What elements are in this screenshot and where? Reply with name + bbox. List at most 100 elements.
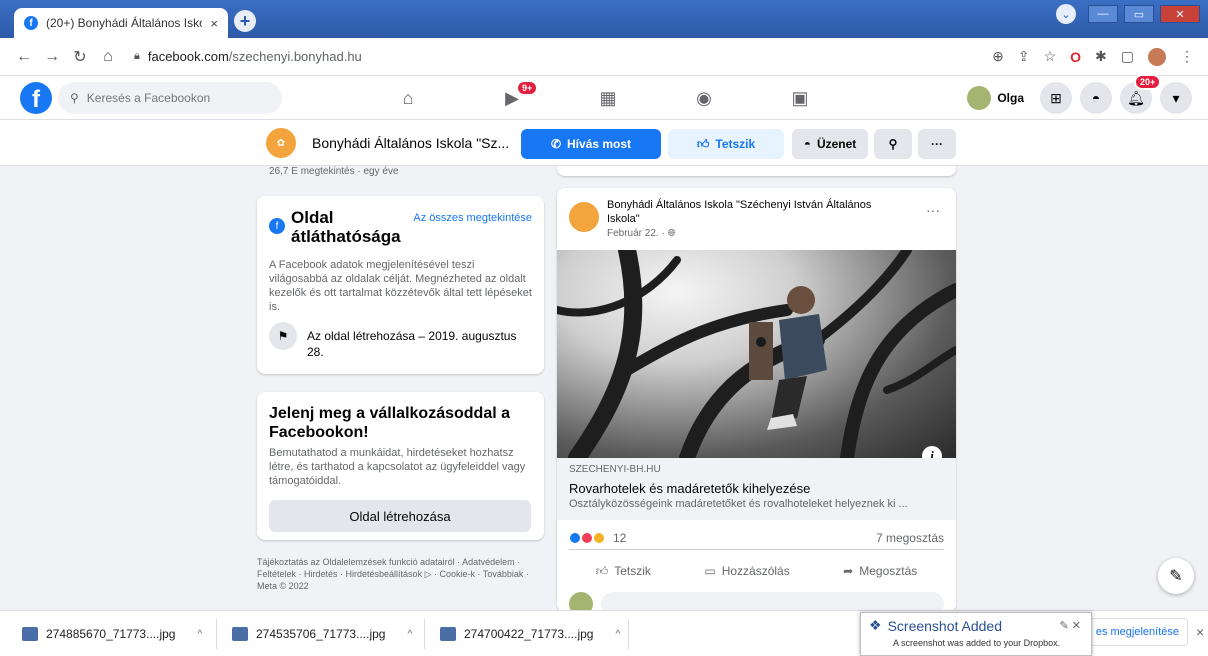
address-bar: ← → ↻ ⌂ 🔒︎ facebook.com/szechenyi.bonyha… (0, 38, 1208, 76)
toast-title: Screenshot Added (887, 617, 1002, 634)
messenger-icon: ◓ (803, 137, 811, 151)
chevron-down-icon[interactable]: ⌄ (1056, 4, 1076, 24)
home-icon[interactable]: ⌂ (98, 47, 118, 67)
page-footer-links[interactable]: Tájékoztatás az Oldalelemzések funkció a… (257, 556, 544, 592)
share-button[interactable]: ➦ Megosztás (843, 564, 917, 578)
minimize-button[interactable]: — (1088, 5, 1118, 23)
chevron-up-icon[interactable]: ^ (197, 629, 202, 640)
facebook-account-controls: Olga ⊞ ◓ 🔔︎ 20+ ▾ (963, 74, 1192, 114)
close-window-button[interactable]: ✕ (1160, 5, 1200, 23)
maximize-button[interactable]: ▭ (1124, 5, 1154, 23)
toast-message: A screenshot was added to your Dropbox. (893, 638, 1061, 648)
post-actions: 👍︎ Tetszik ▭ Hozzászólás ➦ Megosztás (569, 554, 944, 588)
post-photo[interactable] (557, 250, 956, 458)
account-chevron-icon[interactable]: ▾ (1160, 82, 1192, 114)
messenger-icon[interactable]: ◓ (1080, 82, 1112, 114)
search-icon: ⚲ (888, 137, 898, 151)
download-item[interactable]: 274700422_71773....jpg ^ (440, 621, 620, 647)
thumbs-up-icon: 👍︎ (595, 563, 609, 578)
notifications-bell-icon[interactable]: 🔔︎ 20+ (1120, 74, 1162, 114)
transparency-title: Oldal átláthatósága (291, 208, 401, 246)
page-search-button[interactable]: ⚲ (874, 129, 912, 159)
puzzle-icon[interactable]: ✱ (1095, 48, 1107, 65)
post-stats: 12 7 megosztás (569, 526, 944, 550)
avatar[interactable] (569, 202, 599, 232)
avatar (569, 592, 593, 612)
post-more-icon[interactable]: ··· (926, 202, 940, 218)
profile-avatar[interactable] (1148, 47, 1166, 66)
show-all-downloads-button[interactable]: es megjelenítése (1090, 618, 1188, 646)
new-message-compose-icon[interactable]: ✎ (1158, 558, 1194, 594)
chevron-up-icon[interactable]: ^ (615, 629, 620, 640)
groups-nav-icon[interactable]: ◉ (690, 84, 718, 112)
comment-input[interactable] (601, 592, 944, 612)
business-promo-card: Jelenj meg a vállalkozásoddal a Facebook… (257, 392, 544, 540)
tab-title: (20+) Bonyhádi Általános Iskola (46, 16, 203, 30)
love-reaction-icon (581, 531, 593, 544)
dropbox-notification[interactable]: ❖ Screenshot Added A screenshot was added… (860, 612, 1092, 656)
search-input[interactable] (86, 91, 267, 105)
opera-icon[interactable]: O (1070, 49, 1081, 65)
facebook-top-nav: f ⚲ ⌂ ▶ 9+ ▦ ◉ ▣ Olga ⊞ ◓ 🔔︎ 20+ ▾ (0, 74, 1208, 120)
watch-badge: 9+ (516, 80, 539, 96)
download-filename: 274885670_71773....jpg (46, 627, 176, 641)
previous-post-stub (557, 166, 956, 176)
transparency-description: A Facebook adatok megjelenítésével teszi… (269, 259, 532, 313)
post-author[interactable]: Bonyhádi Általános Iskola "Széchenyi Ist… (607, 198, 907, 226)
menu-grid-icon[interactable]: ⊞ (1040, 82, 1072, 114)
share-count[interactable]: 7 megosztás (876, 531, 944, 545)
browser-tab-bar: f (20+) Bonyhádi Általános Iskola × + ⌄ … (0, 0, 1208, 38)
page-more-button[interactable]: ··· (918, 129, 956, 159)
user-name: Olga (997, 91, 1024, 105)
gaming-nav-icon[interactable]: ▣ (786, 84, 814, 112)
link-domain: SZECHENYI-BH.HU (569, 464, 661, 475)
home-nav-icon[interactable]: ⌂ (394, 84, 422, 112)
new-tab-button[interactable]: + (234, 10, 256, 32)
page-logo[interactable]: ✿ (266, 128, 296, 158)
browser-tab[interactable]: f (20+) Bonyhádi Általános Iskola × (14, 8, 228, 38)
business-promo-description: Bemutathatod a munkáidat, hirdetéseket h… (269, 447, 526, 487)
share-icon[interactable]: ⇪ (1018, 48, 1030, 65)
call-now-button[interactable]: ✆ Hívás most (521, 129, 661, 159)
lock-icon: 🔒︎ (134, 50, 140, 62)
see-all-link[interactable]: Az összes megtekintése (413, 212, 532, 246)
call-now-label: Hívás most (567, 137, 632, 151)
facebook-logo-icon[interactable]: f (20, 82, 52, 114)
facebook-favicon-icon: f (24, 16, 38, 30)
post-header: Bonyhádi Általános Iskola "Széchenyi Ist… (569, 198, 944, 246)
chevron-up-icon[interactable]: ^ (407, 629, 412, 640)
like-page-label: Tetszik (715, 137, 756, 151)
menu-dots-icon[interactable]: ⋮ (1180, 48, 1194, 65)
thumbs-up-icon: 👍︎ (696, 136, 710, 151)
post-date[interactable]: Február 22. · 🌐︎ (607, 228, 676, 239)
tab-close-icon[interactable]: × (210, 16, 218, 31)
star-icon[interactable]: ☆ (1044, 48, 1057, 65)
link-preview[interactable]: SZECHENYI-BH.HU Rovarhotelek és madárete… (557, 458, 956, 520)
back-arrow-icon[interactable]: ← (14, 47, 34, 67)
comment-button[interactable]: ▭ Hozzászólás (704, 564, 789, 578)
facebook-circle-icon: f (269, 218, 285, 234)
close-downloads-icon[interactable]: × (1196, 624, 1204, 640)
user-profile-chip[interactable]: Olga (963, 82, 1032, 114)
browser-extensions: ⊕ ⇪ ☆ O ✱ ▢ ⋮ (992, 47, 1194, 66)
create-page-button[interactable]: Oldal létrehozása (269, 500, 531, 532)
url-field[interactable]: 🔒︎ facebook.com/szechenyi.bonyhad.hu (134, 49, 992, 64)
left-column: 26,7 E megtekintés · egy éve f Oldal átl… (257, 166, 544, 591)
marketplace-nav-icon[interactable]: ▦ (594, 84, 622, 112)
toast-close-icon[interactable]: ✎ ✕ (1060, 619, 1082, 632)
reload-icon[interactable]: ↻ (70, 47, 90, 67)
sidebar-icon[interactable]: ▢ (1121, 48, 1134, 65)
url-host: facebook.com (147, 49, 229, 64)
download-item[interactable]: 274535706_71773....jpg ^ (232, 621, 412, 647)
facebook-search[interactable]: ⚲ (58, 82, 282, 114)
page-name[interactable]: Bonyhádi Általános Iskola "Sz... (312, 135, 509, 151)
share-arrow-icon: ➦ (843, 564, 854, 578)
like-page-button[interactable]: 👍︎ Tetszik (668, 129, 784, 159)
message-button[interactable]: ◓ Üzenet (792, 129, 868, 159)
dropbox-icon: ❖ (869, 617, 882, 633)
zoom-icon[interactable]: ⊕ (992, 48, 1004, 65)
like-button[interactable]: 👍︎ Tetszik (596, 564, 651, 579)
reactions-summary[interactable]: 12 (569, 531, 626, 545)
download-item[interactable]: 274885670_71773....jpg ^ (22, 621, 202, 647)
forward-arrow-icon[interactable]: → (42, 47, 62, 67)
